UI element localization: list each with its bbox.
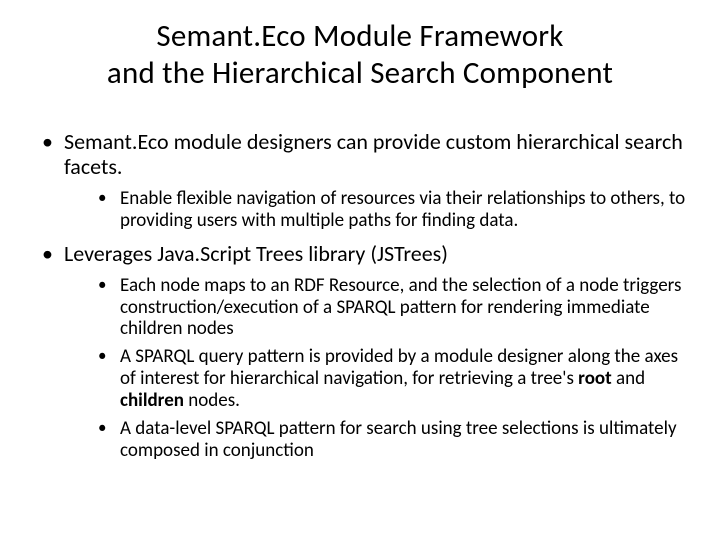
bullet-2-2-root: root: [578, 367, 612, 390]
bullet-1-text: Semant.Eco module designers can provide …: [64, 128, 683, 180]
bullet-2-2-and: and: [612, 367, 645, 390]
title-line-1: Semant.Eco Module Framework: [30, 18, 690, 55]
slide-title: Semant.Eco Module Framework and the Hier…: [30, 18, 690, 91]
bullet-1-1-text: Enable flexible navigation of resources …: [120, 187, 685, 232]
bullet-2: Leverages Java.Script Trees library (JST…: [42, 241, 690, 461]
bullet-2-text: Leverages Java.Script Trees library (JST…: [64, 240, 448, 267]
bullet-2-2-children: children: [120, 389, 184, 412]
bullet-2-1-text: Each node maps to an RDF Resource, and t…: [120, 274, 681, 341]
bullet-2-sublist: Each node maps to an RDF Resource, and t…: [64, 275, 690, 462]
bullet-2-2-post: nodes.: [184, 389, 240, 412]
bullet-list-level1: Semant.Eco module designers can provide …: [30, 129, 690, 461]
title-line-2: and the Hierarchical Search Component: [30, 55, 690, 92]
bullet-2-3-text: A data-level SPARQL pattern for search u…: [120, 417, 677, 462]
bullet-1: Semant.Eco module designers can provide …: [42, 129, 690, 231]
bullet-1-sublist: Enable flexible navigation of resources …: [64, 188, 690, 232]
bullet-2-1: Each node maps to an RDF Resource, and t…: [98, 275, 690, 341]
bullet-1-1: Enable flexible navigation of resources …: [98, 188, 690, 232]
bullet-2-2: A SPARQL query pattern is provided by a …: [98, 346, 690, 412]
bullet-2-3: A data-level SPARQL pattern for search u…: [98, 418, 690, 462]
